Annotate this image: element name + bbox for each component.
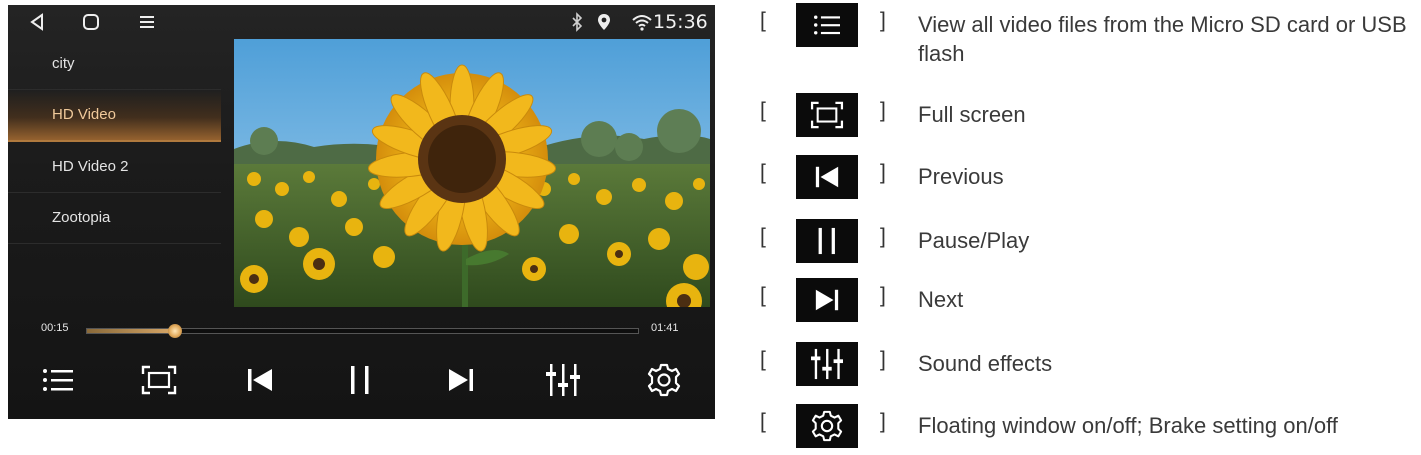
bracket-close: ]: [880, 225, 886, 248]
legend-icon-box: [796, 93, 858, 137]
legend-icon-box: [796, 342, 858, 386]
legend-row-fullscreen: [ ] Full screen: [760, 93, 1421, 137]
elapsed-time: 00:15: [41, 322, 69, 334]
legend-icon-box: [796, 155, 858, 199]
legend-description: Floating window on/off; Brake setting on…: [918, 413, 1338, 438]
list-icon: [43, 369, 73, 391]
wifi-icon: [632, 15, 652, 31]
legend-icon-box: [796, 219, 858, 263]
settings-icon: [647, 363, 681, 397]
bracket-open: [: [760, 9, 766, 32]
playlist-item[interactable]: Zootopia: [8, 193, 221, 244]
bracket-open: [: [760, 99, 766, 122]
playlist-item-active[interactable]: HD Video: [8, 90, 221, 142]
pause-icon: [351, 366, 369, 394]
legend-row-sound-effects: [ ] Sound effects: [760, 342, 1421, 386]
playlist-item[interactable]: city: [8, 39, 221, 90]
bracket-open: [: [760, 348, 766, 371]
status-bar: 15:36: [8, 5, 715, 39]
bracket-open: [: [760, 225, 766, 248]
legend-icon-box: [796, 3, 858, 47]
video-playlist: city HD Video HD Video 2 Zootopia: [8, 39, 221, 307]
legend-description: Pause/Play: [918, 228, 1030, 253]
legend-description: Sound effects: [918, 351, 1053, 376]
settings-button[interactable]: [644, 362, 684, 398]
fullscreen-icon: [810, 101, 844, 129]
location-icon: [598, 14, 610, 30]
legend-description: Next: [918, 287, 964, 312]
bracket-close: ]: [880, 284, 886, 307]
list-icon: [814, 15, 840, 35]
legend-row-previous: [ ] Previous: [760, 155, 1421, 199]
bracket-close: ]: [880, 9, 886, 32]
bracket-close: ]: [880, 410, 886, 433]
previous-icon: [248, 369, 272, 391]
fullscreen-icon: [141, 365, 177, 395]
legend-icon-box: [796, 404, 858, 448]
seek-bar[interactable]: [86, 324, 639, 338]
back-nav-icon[interactable]: [26, 11, 48, 33]
bracket-open: [: [760, 410, 766, 433]
home-nav-icon[interactable]: [80, 11, 102, 33]
legend-row-next: [ ] Next: [760, 278, 1421, 322]
bracket-close: ]: [880, 348, 886, 371]
next-icon: [449, 369, 473, 391]
bluetooth-icon: [572, 12, 583, 32]
next-icon: [815, 289, 839, 311]
next-button[interactable]: [441, 362, 481, 398]
settings-icon: [811, 410, 843, 442]
legend-row-settings: [ ] Floating window on/off; Brake settin…: [760, 404, 1421, 448]
legend-description: View all video files from the Micro SD c…: [918, 12, 1407, 66]
bracket-close: ]: [880, 161, 886, 184]
pause-button[interactable]: [340, 362, 380, 398]
clock: 15:36: [653, 11, 708, 33]
total-duration: 01:41: [651, 322, 679, 334]
seek-bar-fill: [87, 329, 176, 333]
equalizer-icon: [546, 364, 580, 396]
bracket-open: [: [760, 161, 766, 184]
legend-row-playlist: [ ] View all video files from the Micro …: [760, 3, 1421, 66]
legend-description: Previous: [918, 164, 1004, 189]
head-unit-screen: 15:36 city HD Video HD Video 2 Zootopia: [8, 5, 715, 419]
bracket-close: ]: [880, 99, 886, 122]
legend-icon-box: [796, 278, 858, 322]
bracket-open: [: [760, 284, 766, 307]
previous-icon: [815, 166, 839, 188]
legend-row-pause: [ ] Pause/Play: [760, 219, 1421, 263]
menu-nav-icon[interactable]: [136, 11, 158, 33]
playlist-button[interactable]: [38, 362, 78, 398]
previous-button[interactable]: [240, 362, 280, 398]
sunflower-field-image: [234, 39, 710, 307]
playback-progress: 00:15 01:41: [8, 318, 715, 342]
playlist-item[interactable]: HD Video 2: [8, 142, 221, 193]
seek-thumb[interactable]: [168, 324, 183, 338]
sound-effects-button[interactable]: [543, 362, 583, 398]
fullscreen-button[interactable]: [139, 362, 179, 398]
pause-icon: [818, 227, 835, 255]
legend-description: Full screen: [918, 102, 1026, 127]
playback-controls: [8, 355, 715, 407]
equalizer-icon: [811, 348, 843, 380]
video-frame[interactable]: [234, 39, 710, 307]
